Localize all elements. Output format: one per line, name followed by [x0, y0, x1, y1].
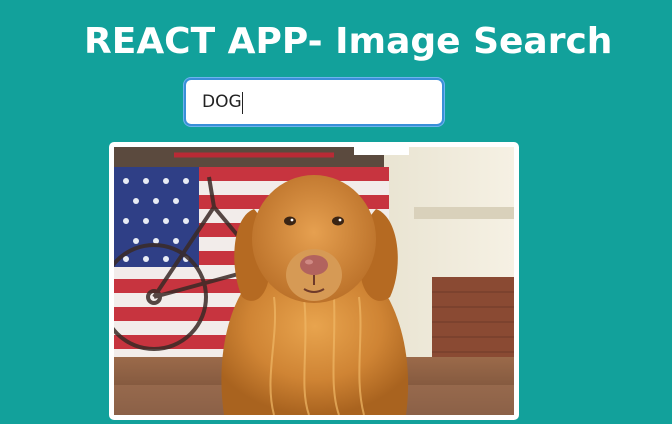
- search-box[interactable]: [184, 78, 444, 126]
- search-input[interactable]: [186, 80, 442, 124]
- result-image[interactable]: [114, 147, 514, 415]
- app-root: REACT APP- Image Search: [0, 0, 672, 424]
- dog-photo-illustration: [114, 147, 514, 415]
- page-title: REACT APP- Image Search: [84, 21, 613, 62]
- image-result-card[interactable]: [109, 142, 519, 420]
- text-caret: [242, 92, 243, 114]
